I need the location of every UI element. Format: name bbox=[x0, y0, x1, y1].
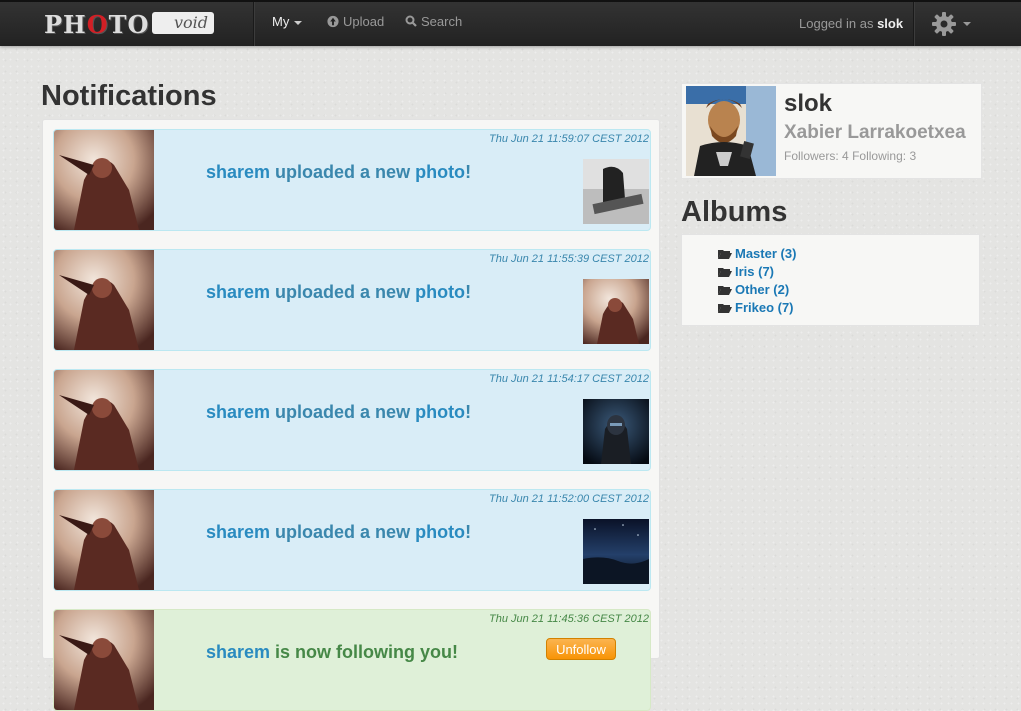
album-link-other[interactable]: Other (2) bbox=[718, 282, 789, 297]
notification-user-link[interactable]: sharem bbox=[206, 282, 270, 302]
following-label: Following: bbox=[852, 149, 907, 163]
notification-user-link[interactable]: sharem bbox=[206, 162, 270, 182]
notifications-list: Thu Jun 21 11:59:07 CEST 2012 sharem upl… bbox=[42, 119, 660, 711]
album-label: Iris (7) bbox=[735, 264, 775, 279]
photo-thumbnail[interactable] bbox=[583, 519, 649, 584]
notification-item: Thu Jun 21 11:52:00 CEST 2012 sharem upl… bbox=[53, 489, 651, 591]
notification-text: uploaded a new bbox=[270, 282, 416, 302]
photo-thumbnail[interactable] bbox=[583, 159, 649, 224]
profile-fullname: Xabier Larrakoetxea bbox=[784, 122, 966, 143]
album-label: Frikeo (7) bbox=[735, 300, 794, 315]
notification-suffix: ! bbox=[465, 162, 472, 182]
search-icon bbox=[405, 15, 417, 27]
notification-time: Thu Jun 21 11:45:36 CEST 2012 bbox=[488, 613, 649, 625]
folder-open-icon bbox=[718, 268, 732, 277]
profile-avatar[interactable] bbox=[686, 86, 776, 176]
notification-text: is now following you! bbox=[270, 642, 459, 662]
logged-in-prefix: Logged in as bbox=[799, 16, 874, 31]
notification-photo-link[interactable]: photo bbox=[415, 282, 465, 302]
profile-stats: Followers: 4 Following: 3 bbox=[784, 149, 916, 163]
caret-down-icon bbox=[963, 22, 971, 26]
folder-open-icon bbox=[718, 250, 732, 259]
profile-username: slok bbox=[784, 90, 833, 117]
notification-text: uploaded a new bbox=[270, 402, 416, 422]
folder-open-icon bbox=[718, 286, 732, 295]
notification-text: uploaded a new bbox=[270, 162, 416, 182]
notification-suffix: ! bbox=[465, 522, 472, 542]
notification-time: Thu Jun 21 11:59:07 CEST 2012 bbox=[488, 133, 649, 145]
notification-user-link[interactable]: sharem bbox=[206, 522, 270, 542]
notification-message: sharem uploaded a new photo! bbox=[206, 282, 471, 303]
album-link-iris[interactable]: Iris (7) bbox=[718, 264, 774, 279]
notification-user-link[interactable]: sharem bbox=[206, 402, 270, 422]
following-count[interactable]: 3 bbox=[909, 149, 916, 163]
notification-item: Thu Jun 21 11:59:07 CEST 2012 sharem upl… bbox=[53, 129, 651, 231]
notification-item: Thu Jun 21 11:45:36 CEST 2012 sharem is … bbox=[53, 609, 651, 711]
my-dropdown-label: My bbox=[272, 14, 290, 29]
notification-message: sharem uploaded a new photo! bbox=[206, 402, 471, 423]
user-avatar[interactable] bbox=[54, 370, 154, 470]
notification-user-link[interactable]: sharem bbox=[206, 642, 270, 662]
brand-logo[interactable]: PHOTO void bbox=[40, 8, 220, 39]
notification-time: Thu Jun 21 11:52:00 CEST 2012 bbox=[488, 493, 649, 505]
notification-time: Thu Jun 21 11:54:17 CEST 2012 bbox=[488, 373, 649, 385]
brand-logo-text: PHOTO bbox=[44, 10, 150, 39]
album-link-frikeo[interactable]: Frikeo (7) bbox=[718, 300, 794, 315]
search-link[interactable]: Search bbox=[404, 2, 462, 46]
caret-down-icon bbox=[294, 20, 303, 25]
logged-in-status: Logged in as slok bbox=[799, 2, 903, 46]
album-link-master[interactable]: Master (3) bbox=[718, 246, 796, 261]
notifications-title: Notifications bbox=[41, 80, 217, 112]
notification-time: Thu Jun 21 11:55:39 CEST 2012 bbox=[488, 253, 649, 265]
notification-photo-link[interactable]: photo bbox=[415, 162, 465, 182]
notification-message: sharem is now following you! bbox=[206, 642, 458, 663]
upload-link[interactable]: Upload bbox=[326, 2, 384, 46]
profile-card: slok Xabier Larrakoetxea Followers: 4 Fo… bbox=[681, 83, 982, 179]
photo-thumbnail[interactable] bbox=[583, 399, 649, 464]
albums-title: Albums bbox=[681, 196, 788, 228]
followers-count[interactable]: 4 bbox=[842, 149, 849, 163]
nav-divider bbox=[253, 2, 255, 46]
followers-label: Followers: bbox=[784, 149, 839, 163]
photo-thumbnail[interactable] bbox=[583, 279, 649, 344]
notification-message: sharem uploaded a new photo! bbox=[206, 162, 471, 183]
nav-divider bbox=[913, 2, 915, 46]
notification-photo-link[interactable]: photo bbox=[415, 402, 465, 422]
notification-message: sharem uploaded a new photo! bbox=[206, 522, 471, 543]
notification-photo-link[interactable]: photo bbox=[415, 522, 465, 542]
notification-text: uploaded a new bbox=[270, 522, 416, 542]
album-label: Other (2) bbox=[735, 282, 790, 297]
notification-item: Thu Jun 21 11:55:39 CEST 2012 sharem upl… bbox=[53, 249, 651, 351]
notification-item: Thu Jun 21 11:54:17 CEST 2012 sharem upl… bbox=[53, 369, 651, 471]
albums-list: Master (3) Iris (7) Other (2) Frikeo (7) bbox=[681, 234, 980, 326]
user-avatar[interactable] bbox=[54, 130, 154, 230]
notification-suffix: ! bbox=[465, 282, 472, 302]
user-avatar[interactable] bbox=[54, 610, 154, 710]
my-dropdown[interactable]: My bbox=[272, 2, 303, 46]
notification-suffix: ! bbox=[465, 402, 472, 422]
search-label: Search bbox=[421, 14, 463, 29]
settings-dropdown[interactable] bbox=[930, 10, 971, 43]
gear-icon bbox=[932, 12, 956, 36]
folder-open-icon bbox=[718, 304, 732, 313]
album-label: Master (3) bbox=[735, 246, 797, 261]
upload-icon bbox=[327, 15, 339, 28]
user-avatar[interactable] bbox=[54, 490, 154, 590]
brand-logo-suffix: void bbox=[152, 12, 214, 34]
user-avatar[interactable] bbox=[54, 250, 154, 350]
upload-label: Upload bbox=[343, 14, 385, 29]
logged-in-username: slok bbox=[877, 16, 904, 31]
top-navbar: PHOTO void My Upload Search Logged in as… bbox=[0, 0, 1021, 46]
unfollow-button[interactable]: Unfollow bbox=[546, 638, 616, 660]
